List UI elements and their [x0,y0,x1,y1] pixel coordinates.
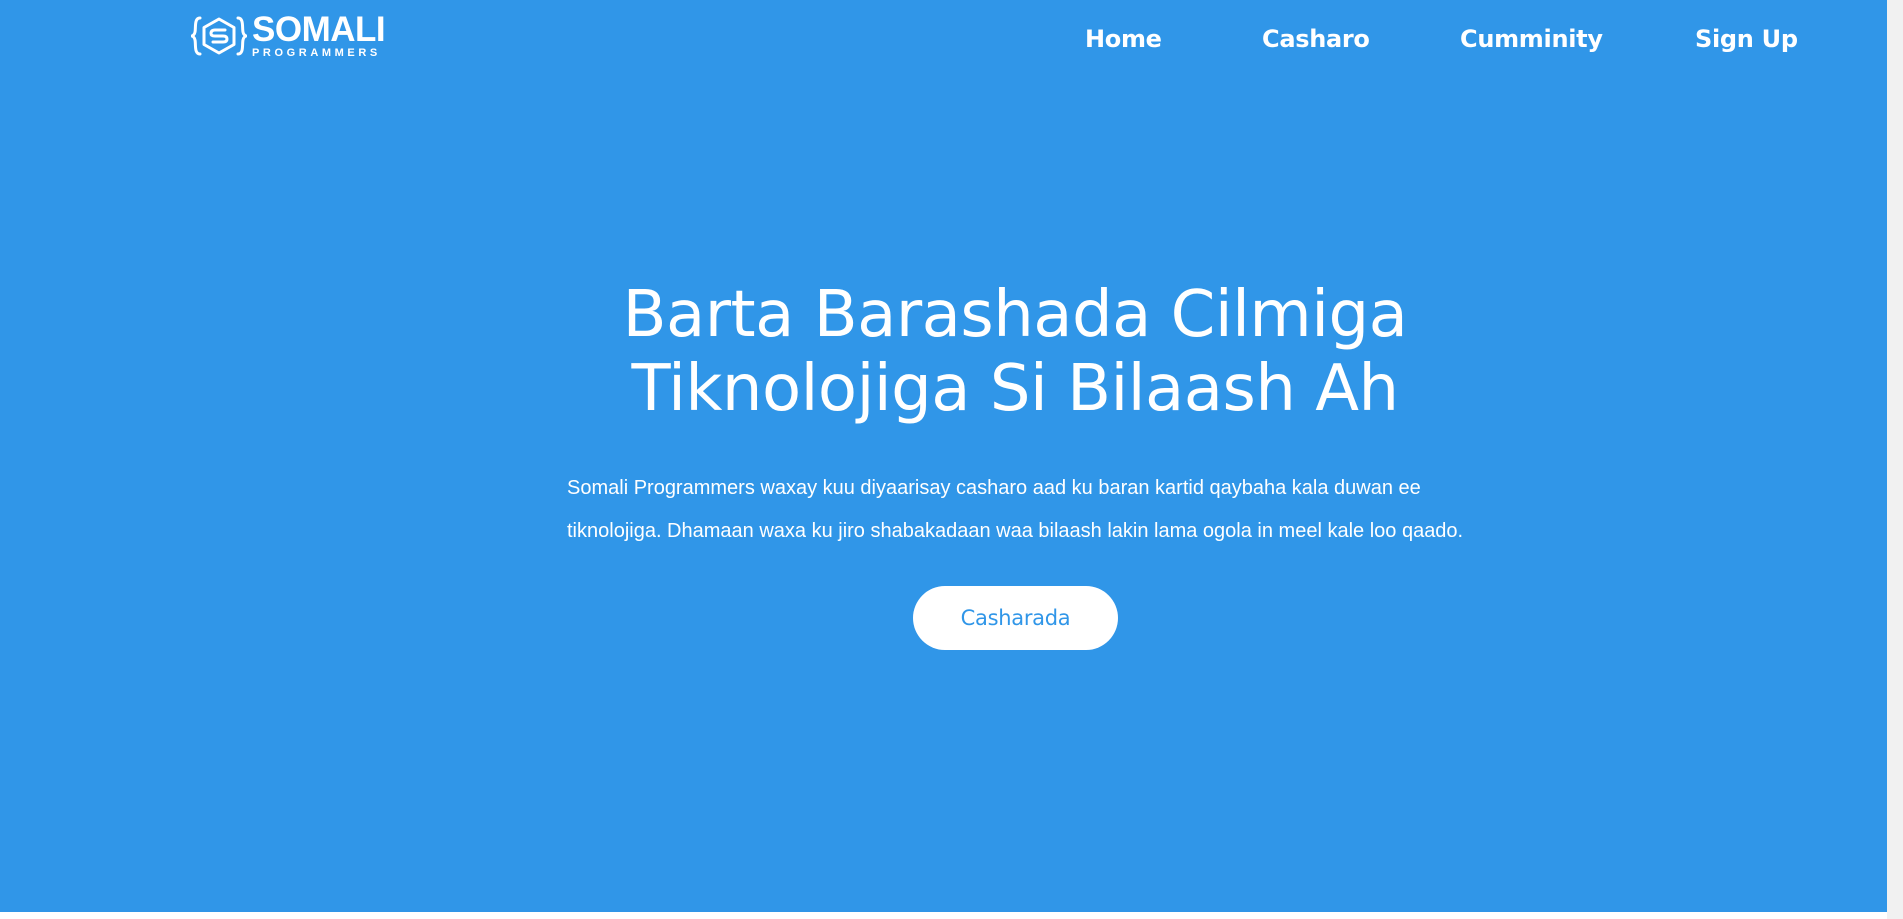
hero-description: Somali Programmers waxay kuu diyaarisay … [567,477,1464,542]
hero-title: Barta Barashada Cilmiga Tiknolojiga Si B… [0,278,1903,426]
brand-tagline: PROGRAMMERS [252,47,381,59]
nav-link-cumminity[interactable]: Cumminity [1460,22,1603,56]
brand-logo[interactable]: SOMALI PROGRAMMERS [191,10,386,59]
nav-link-casharo[interactable]: Casharo [1262,22,1370,56]
hero-section: SOMALI PROGRAMMERS Home Casharo Cumminit… [0,0,1887,912]
page: SOMALI PROGRAMMERS Home Casharo Cumminit… [0,0,1903,919]
hexagon-s-braces-icon [191,16,247,55]
hero-title-line-2: Tiknolojiga Si Bilaash Ah [631,352,1399,426]
page-scrollbar[interactable] [1887,0,1903,919]
brand-text: SOMALI PROGRAMMERS [252,10,386,59]
nav-link-home[interactable]: Home [1085,22,1162,56]
brand-name: SOMALI [252,10,386,49]
hero-title-line-1: Barta Barashada Cilmiga [622,278,1408,352]
casharada-button[interactable]: Casharada [913,586,1118,650]
nav-link-sign-up[interactable]: Sign Up [1695,22,1798,56]
